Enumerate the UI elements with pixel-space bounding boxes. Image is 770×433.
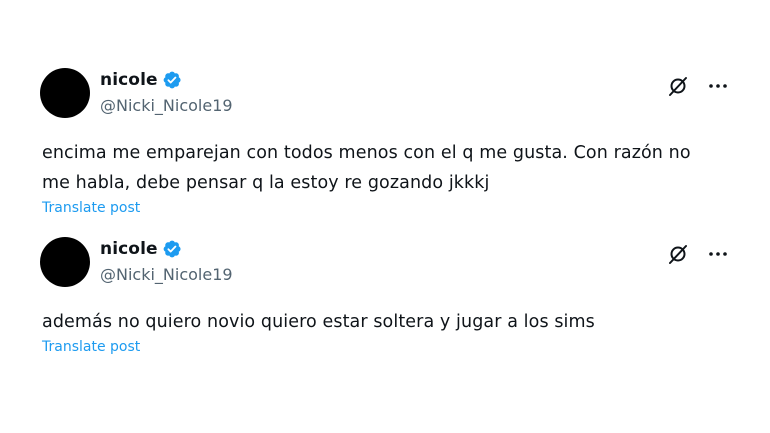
avatar[interactable] (40, 237, 90, 287)
verified-badge-icon[interactable] (162, 239, 182, 259)
user-handle[interactable]: @Nicki_Nicole19 (100, 96, 233, 115)
more-options-icon[interactable] (707, 75, 729, 97)
post-text-line: además no quiero novio quiero estar solt… (42, 312, 595, 332)
post-text: además no quiero novio quiero estar solt… (42, 307, 742, 337)
author-row: nicole (100, 70, 182, 90)
page: nicole @Nicki_Nicole19 encima me emparej… (0, 0, 770, 433)
more-options-icon[interactable] (707, 243, 729, 265)
translate-post-link[interactable]: Translate post (42, 200, 140, 216)
display-name[interactable]: nicole (100, 239, 158, 259)
grok-icon[interactable] (667, 75, 689, 97)
display-name[interactable]: nicole (100, 70, 158, 90)
user-handle[interactable]: @Nicki_Nicole19 (100, 265, 233, 284)
verified-badge-icon[interactable] (162, 70, 182, 90)
avatar[interactable] (40, 68, 90, 118)
grok-icon[interactable] (667, 243, 689, 265)
post-text: encima me emparejan con todos menos con … (42, 138, 742, 198)
post-text-line: encima me emparejan con todos menos con … (42, 143, 691, 163)
translate-post-link[interactable]: Translate post (42, 339, 140, 355)
author-row: nicole (100, 239, 182, 259)
post-text-line: me habla, debe pensar q la estoy re goza… (42, 173, 490, 193)
